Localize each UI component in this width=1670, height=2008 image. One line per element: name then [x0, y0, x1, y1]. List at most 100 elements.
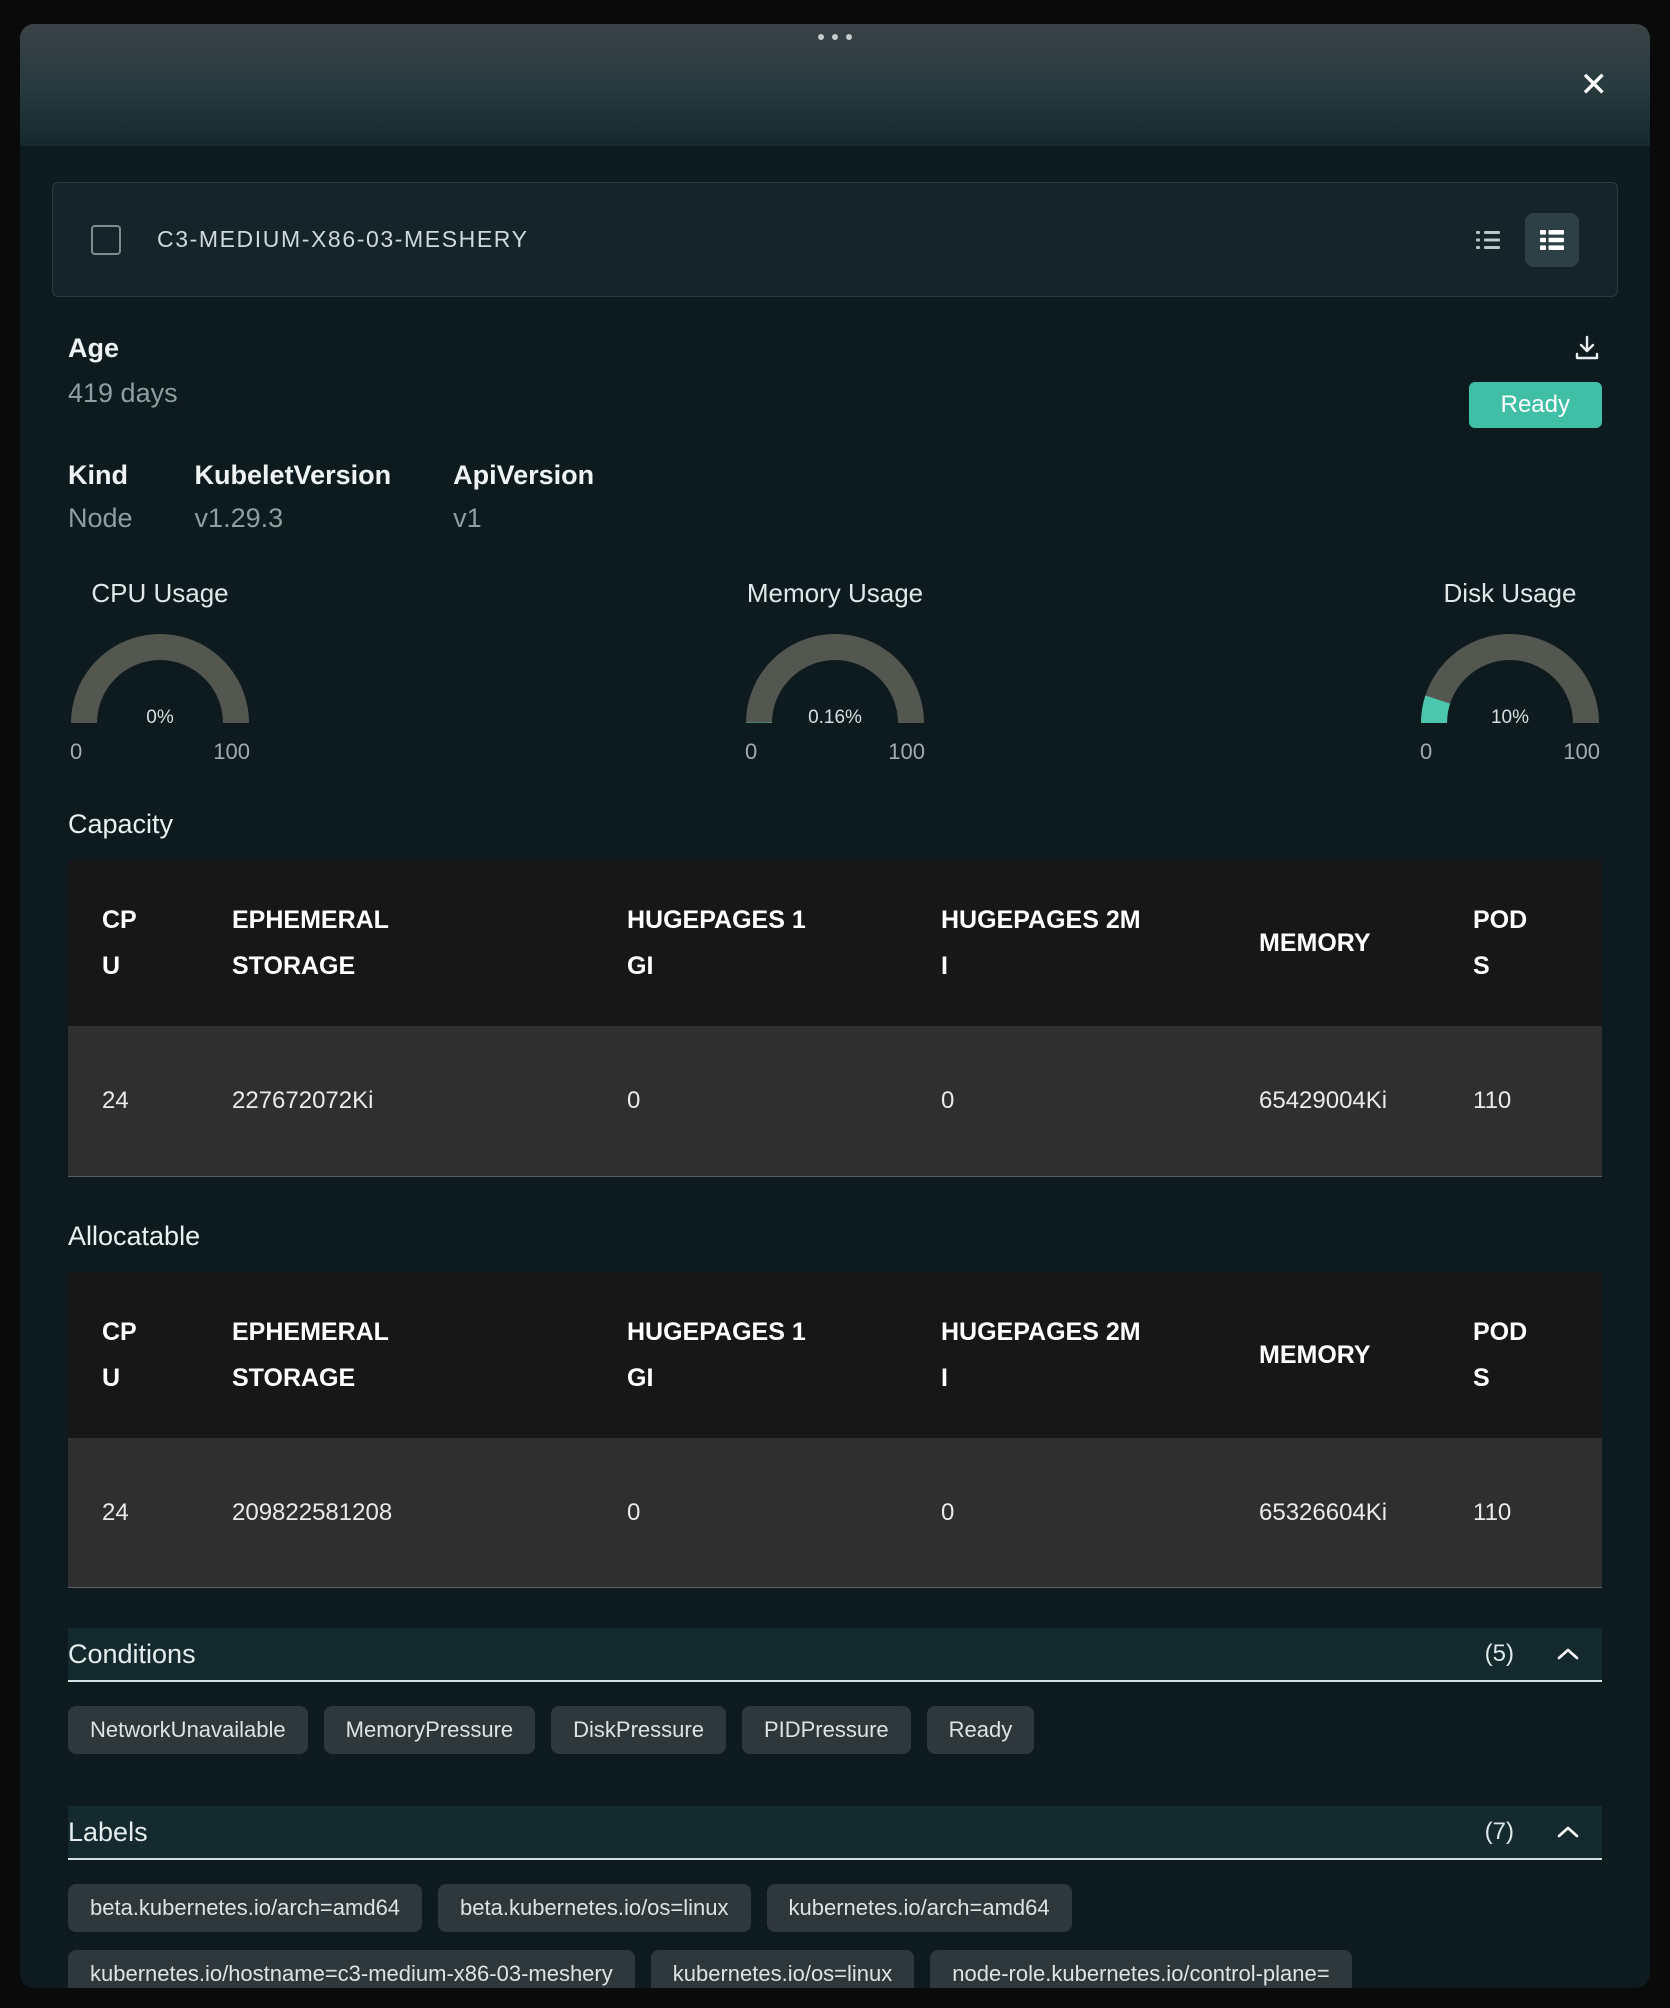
conditions-section-header[interactable]: Conditions (5): [68, 1628, 1602, 1682]
age-label: Age: [68, 333, 178, 364]
table-row: 242098225812080065326604Ki110: [68, 1438, 1602, 1588]
gauge-arc: 0%: [68, 627, 252, 731]
status-badge: Ready: [1469, 382, 1602, 428]
table-view-button[interactable]: [1525, 213, 1579, 267]
detail-view-button[interactable]: [1461, 213, 1515, 267]
condition-chip[interactable]: MemoryPressure: [324, 1706, 535, 1754]
column-header: HUGEPAGES 2MI: [907, 860, 1225, 1026]
column-header: HUGEPAGES 1GI: [593, 1272, 907, 1438]
table-cell: 0: [593, 1026, 907, 1176]
meta-value: v1: [453, 503, 594, 534]
conditions-chips: NetworkUnavailable MemoryPressure DiskPres…: [68, 1706, 1602, 1754]
close-button[interactable]: ✕: [1580, 68, 1609, 102]
gauge-memory-usage: Memory Usage 0.16% 0 100: [743, 578, 927, 765]
label-chip[interactable]: kubernetes.io/hostname=c3-medium-x86-03-…: [68, 1950, 635, 1988]
table-list-icon: [1538, 226, 1566, 254]
gauges-row: CPU Usage0%0100Memory Usage0.16%0100Disk…: [68, 578, 1602, 765]
gauge-min-label: 0: [745, 739, 757, 765]
column-header: HUGEPAGES 2MI: [907, 1272, 1225, 1438]
table-cell: 24: [68, 1438, 198, 1588]
chevron-up-icon: [1556, 1646, 1580, 1662]
gauge-scale: 0 100: [1418, 739, 1602, 765]
meta-row: Kind Node KubeletVersion v1.29.3 ApiVers…: [68, 460, 1602, 534]
table-cell: 0: [907, 1026, 1225, 1176]
meta-label: KubeletVersion: [195, 460, 392, 491]
gauge-max-label: 100: [1563, 739, 1600, 765]
labels-collapse-button[interactable]: [1556, 1824, 1580, 1840]
table-cell: 227672072Ki: [198, 1026, 593, 1176]
allocatable-heading: Allocatable: [68, 1221, 1602, 1252]
gauge-arc: 0.16%: [743, 627, 927, 731]
gauge-scale: 0 100: [68, 739, 252, 765]
label-chip[interactable]: node-role.kubernetes.io/control-plane=: [930, 1950, 1351, 1988]
table-cell: 65326604Ki: [1225, 1438, 1439, 1588]
gauge-value: 0%: [68, 707, 252, 729]
table-cell: 110: [1439, 1026, 1602, 1176]
condition-chip[interactable]: NetworkUnavailable: [68, 1706, 308, 1754]
conditions-heading: Conditions: [68, 1639, 1485, 1670]
column-header: PODS: [1439, 1272, 1602, 1438]
labels-chips: beta.kubernetes.io/arch=amd64 beta.kubern…: [68, 1884, 1602, 1988]
table-header-row: CPUEPHEMERAL STORAGEHUGEPAGES 1GIHUGEPAG…: [68, 1272, 1602, 1438]
label-chip[interactable]: kubernetes.io/arch=amd64: [767, 1884, 1072, 1932]
gauge-min-label: 0: [70, 739, 82, 765]
gauge-title: CPU Usage: [91, 578, 228, 609]
download-button[interactable]: [1572, 333, 1602, 366]
meta-kind: Kind Node: [68, 460, 133, 534]
node-header-card: C3-MEDIUM-X86-03-MESHERY: [52, 182, 1618, 297]
node-details-modal: ✕ C3-MEDIUM-X86-03-MESHERY: [20, 24, 1650, 1988]
chevron-up-icon: [1556, 1824, 1580, 1840]
node-select-checkbox[interactable]: [91, 225, 121, 255]
meta-label: Kind: [68, 460, 133, 491]
condition-chip[interactable]: PIDPressure: [742, 1706, 911, 1754]
table-cell: 24: [68, 1026, 198, 1176]
gauge-title: Disk Usage: [1444, 578, 1577, 609]
capacity-heading: Capacity: [68, 809, 1602, 840]
detail-list-icon: [1475, 227, 1501, 253]
gauge-max-label: 100: [213, 739, 250, 765]
meta-kubelet-version: KubeletVersion v1.29.3: [195, 460, 392, 534]
column-header: MEMORY: [1225, 860, 1439, 1026]
download-icon: [1572, 333, 1602, 363]
label-chip[interactable]: beta.kubernetes.io/arch=amd64: [68, 1884, 422, 1932]
age-value: 419 days: [68, 378, 178, 409]
table-cell: 209822581208: [198, 1438, 593, 1588]
conditions-collapse-button[interactable]: [1556, 1646, 1580, 1662]
gauge-arc: 10%: [1418, 627, 1602, 731]
age-row: Age 419 days Ready: [68, 333, 1602, 428]
gauge-max-label: 100: [888, 739, 925, 765]
capacity-table: CPUEPHEMERAL STORAGEHUGEPAGES 1GIHUGEPAG…: [68, 860, 1602, 1177]
column-header: CPU: [68, 1272, 198, 1438]
labels-heading: Labels: [68, 1817, 1485, 1848]
column-header: EPHEMERAL STORAGE: [198, 1272, 593, 1438]
labels-section-header[interactable]: Labels (7): [68, 1806, 1602, 1860]
meta-value: v1.29.3: [195, 503, 392, 534]
gauge-value: 10%: [1418, 707, 1602, 729]
label-chip[interactable]: beta.kubernetes.io/os=linux: [438, 1884, 750, 1932]
gauge-scale: 0 100: [743, 739, 927, 765]
label-chip[interactable]: kubernetes.io/os=linux: [651, 1950, 915, 1988]
gauge-cpu-usage: CPU Usage 0% 0 100: [68, 578, 252, 765]
gauge-disk-usage: Disk Usage 10% 0 100: [1418, 578, 1602, 765]
condition-chip[interactable]: Ready: [927, 1706, 1035, 1754]
table-row: 24227672072Ki0065429004Ki110: [68, 1026, 1602, 1176]
column-header: CPU: [68, 860, 198, 1026]
gauge-min-label: 0: [1420, 739, 1432, 765]
column-header: MEMORY: [1225, 1272, 1439, 1438]
table-header-row: CPUEPHEMERAL STORAGEHUGEPAGES 1GIHUGEPAG…: [68, 860, 1602, 1026]
table-cell: 65429004Ki: [1225, 1026, 1439, 1176]
gauge-title: Memory Usage: [747, 578, 923, 609]
drag-handle-icon[interactable]: [818, 34, 852, 40]
gauge-value: 0.16%: [743, 707, 927, 729]
condition-chip[interactable]: DiskPressure: [551, 1706, 726, 1754]
column-header: HUGEPAGES 1GI: [593, 860, 907, 1026]
table-cell: 0: [593, 1438, 907, 1588]
allocatable-table: CPUEPHEMERAL STORAGEHUGEPAGES 1GIHUGEPAG…: [68, 1272, 1602, 1589]
modal-body: Age 419 days Ready Kind Node KubeletVers…: [20, 333, 1650, 1988]
meta-api-version: ApiVersion v1: [453, 460, 594, 534]
table-cell: 0: [907, 1438, 1225, 1588]
labels-count: (7): [1485, 1818, 1514, 1846]
column-header: PODS: [1439, 860, 1602, 1026]
column-header: EPHEMERAL STORAGE: [198, 860, 593, 1026]
conditions-count: (5): [1485, 1640, 1514, 1668]
